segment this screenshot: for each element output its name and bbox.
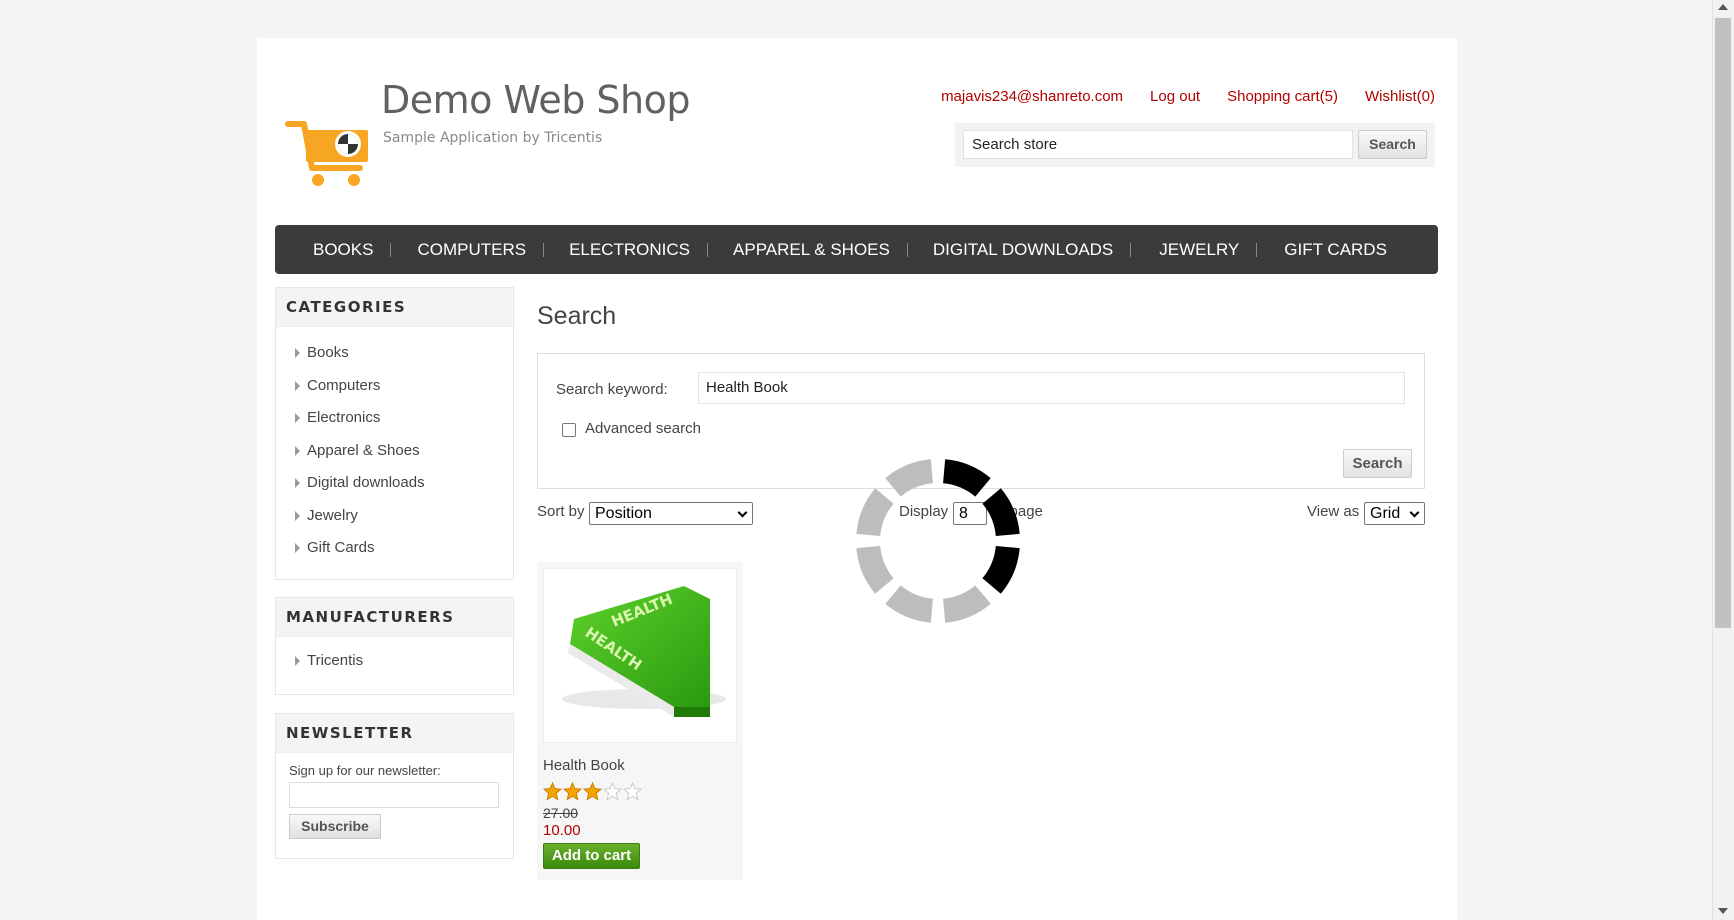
wishlist-link[interactable]: Wishlist(0) xyxy=(1365,88,1435,105)
keyword-input[interactable]: Health Book xyxy=(698,372,1405,404)
chevron-down-icon xyxy=(737,507,748,518)
page-title: Search xyxy=(537,302,617,330)
store-search-button[interactable]: Search xyxy=(1358,130,1427,159)
menu-item-digital-downloads[interactable]: DIGITAL DOWNLOADS xyxy=(908,240,1132,260)
header-links: majavis234@shanreto.com Log out Shopping… xyxy=(941,88,1435,105)
categories-list: Books Computers Electronics Apparel & Sh… xyxy=(276,327,513,577)
shop-title: Demo Web Shop xyxy=(381,78,691,122)
advanced-search-label[interactable]: Advanced search xyxy=(585,420,701,437)
shop-subtitle: Sample Application by Tricentis xyxy=(383,130,603,146)
search-button[interactable]: Search xyxy=(1343,449,1412,478)
view-as-select[interactable]: Grid xyxy=(1364,502,1425,525)
star-filled-icon xyxy=(563,782,582,801)
menu-item-computers[interactable]: COMPUTERS xyxy=(391,240,544,260)
star-empty-icon xyxy=(603,782,622,801)
shopping-cart-link[interactable]: Shopping cart(5) xyxy=(1227,88,1338,105)
scroll-thumb[interactable] xyxy=(1715,18,1731,628)
categories-title: CATEGORIES xyxy=(276,288,513,327)
account-link[interactable]: majavis234@shanreto.com xyxy=(941,88,1123,105)
logout-link[interactable]: Log out xyxy=(1150,88,1200,105)
newsletter-label: Sign up for our newsletter: xyxy=(289,763,441,778)
sort-by-label: Sort by xyxy=(537,503,585,520)
newsletter-title: NEWSLETTER xyxy=(276,714,513,753)
sort-by-value: Position xyxy=(595,505,652,522)
product-image[interactable]: HEALTH HEALTH xyxy=(543,568,737,743)
scroll-up-icon[interactable] xyxy=(1718,4,1728,10)
health-book-image: HEALTH HEALTH xyxy=(562,586,726,717)
newsletter-email-input[interactable] xyxy=(289,782,499,808)
spinner-segment xyxy=(982,488,1020,536)
shop-logo[interactable] xyxy=(282,82,377,192)
old-price: 27.00 xyxy=(543,805,579,821)
category-item[interactable]: Jewelry xyxy=(276,500,513,533)
spinner-segment xyxy=(856,488,894,536)
loading-spinner-icon xyxy=(856,459,1020,623)
product-rating xyxy=(543,782,642,801)
cart-logo-icon xyxy=(285,121,368,186)
scroll-down-icon[interactable] xyxy=(1718,908,1728,914)
spinner-segment xyxy=(943,585,991,623)
categories-block: CATEGORIES Books Computers Electronics A… xyxy=(275,287,514,580)
add-to-cart-button[interactable]: Add to cart xyxy=(543,843,640,869)
advanced-search-checkbox[interactable] xyxy=(562,423,576,437)
keyword-label: Search keyword: xyxy=(556,381,668,398)
chevron-down-icon xyxy=(1409,507,1420,518)
menu-item-jewelry[interactable]: JEWELRY xyxy=(1131,240,1258,260)
category-item[interactable]: Apparel & Shoes xyxy=(276,435,513,468)
spinner-segment xyxy=(885,459,933,497)
page-scrollbar[interactable] xyxy=(1712,0,1734,920)
actual-price: 10.00 xyxy=(543,822,581,839)
newsletter-body: Sign up for our newsletter: Subscribe xyxy=(276,753,513,851)
store-search-input[interactable]: Search store xyxy=(963,130,1353,159)
category-item[interactable]: Digital downloads xyxy=(276,467,513,500)
subscribe-button[interactable]: Subscribe xyxy=(289,814,381,839)
manufacturers-title: MANUFACTURERS xyxy=(276,598,513,637)
store-search: Search store Search xyxy=(955,123,1435,167)
category-item[interactable]: Gift Cards xyxy=(276,532,513,565)
newsletter-block: NEWSLETTER Sign up for our newsletter: S… xyxy=(275,713,514,859)
menu-item-books[interactable]: BOOKS xyxy=(295,240,392,260)
spinner-segment xyxy=(885,585,933,623)
manufacturers-block: MANUFACTURERS Tricentis xyxy=(275,597,514,695)
spinner-segment xyxy=(982,546,1020,594)
category-item[interactable]: Books xyxy=(276,337,513,370)
product-title[interactable]: Health Book xyxy=(543,757,625,774)
menu-item-apparel-shoes[interactable]: APPAREL & SHOES xyxy=(708,240,908,260)
category-item[interactable]: Computers xyxy=(276,370,513,403)
page-container: Demo Web Shop Sample Application by Tric… xyxy=(257,38,1457,920)
product-item: HEALTH HEALTH Health Book 27.00 10.00 Ad… xyxy=(537,562,743,880)
view-as-label: View as xyxy=(1307,503,1360,520)
star-empty-icon xyxy=(623,782,642,801)
star-filled-icon xyxy=(583,782,602,801)
category-item[interactable]: Electronics xyxy=(276,402,513,435)
spinner-segment xyxy=(943,459,991,497)
manufacturers-list: Tricentis xyxy=(276,637,513,690)
top-menu: BOOKS COMPUTERS ELECTRONICS APPAREL & SH… xyxy=(275,225,1438,274)
menu-item-electronics[interactable]: ELECTRONICS xyxy=(544,240,708,260)
sort-by-select[interactable]: Position xyxy=(589,502,753,525)
view-as-value: Grid xyxy=(1370,505,1401,522)
menu-item-gift-cards[interactable]: GIFT CARDS xyxy=(1257,240,1405,260)
star-filled-icon xyxy=(543,782,562,801)
spinner-segment xyxy=(856,546,894,594)
manufacturer-item[interactable]: Tricentis xyxy=(276,645,513,678)
